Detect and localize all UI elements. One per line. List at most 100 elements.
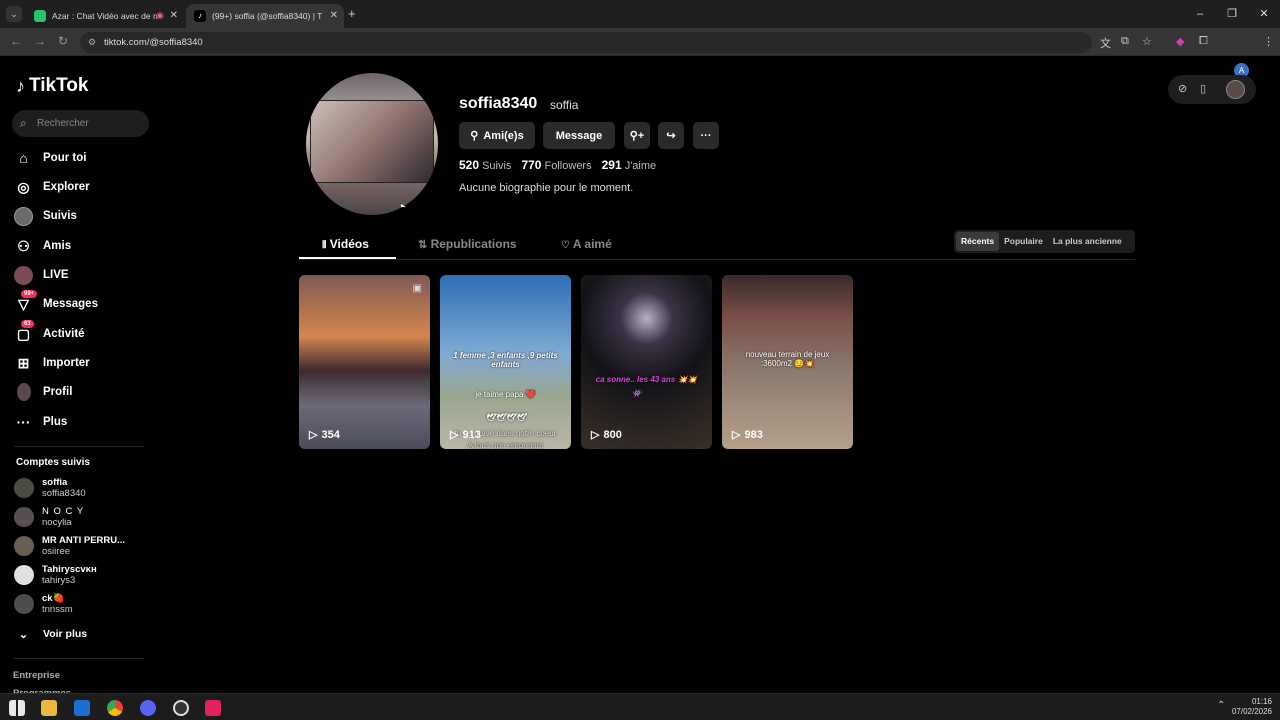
browser-toolbar: ← → ↻ ⚙ tiktok.com/@soffia8340 文 ⧉ ☆ ◆ ⧠… bbox=[0, 28, 1280, 78]
share-button[interactable]: ↪ bbox=[658, 122, 684, 149]
video-thumbnail[interactable]: nouveau terrain de jeux :3600m2 😏💥 ▷ 983 bbox=[722, 275, 853, 449]
sort-oldest[interactable]: La plus ancienne bbox=[1048, 232, 1127, 251]
system-clock[interactable]: 01:16 07/02/2026 bbox=[1232, 697, 1272, 717]
discord-icon[interactable] bbox=[140, 700, 156, 716]
back-icon[interactable]: ← bbox=[10, 34, 22, 48]
close-window-icon[interactable]: ✕ bbox=[1248, 0, 1280, 28]
activity-icon: ▢ 63 bbox=[14, 319, 34, 344]
file-explorer-icon[interactable] bbox=[41, 700, 57, 716]
following-section-title: Comptes suivis bbox=[16, 457, 90, 468]
view-count: ▷ 983 bbox=[732, 428, 763, 442]
video-caption: 🕊🕊🕊🕊 bbox=[485, 413, 526, 422]
video-thumbnail[interactable]: ▣ ▷ 354 bbox=[299, 275, 430, 449]
repost-icon: ⇅ bbox=[418, 239, 428, 251]
sort-popular[interactable]: Populaire bbox=[999, 232, 1048, 251]
tab-liked[interactable]: ♡ A aimé bbox=[561, 230, 612, 260]
video-thumbnail[interactable]: 1 femme ,3 enfants ,9 petits enfants je … bbox=[440, 275, 571, 449]
extensions-puzzle-icon[interactable]: ⧠ bbox=[1199, 35, 1208, 48]
sidebar-item-label: Amis bbox=[43, 240, 72, 252]
sidebar-item-importer[interactable]: ⊞ Importer bbox=[14, 351, 90, 375]
more-options-button[interactable]: ··· bbox=[693, 122, 719, 149]
tiktok-logo[interactable]: ♪ TikTok bbox=[16, 75, 88, 97]
upload-icon: ⊞ bbox=[17, 354, 30, 371]
tab-videos[interactable]: ⦀ Vidéos bbox=[322, 230, 369, 260]
sidebar-item-live[interactable]: LIVE bbox=[14, 263, 69, 287]
recording-icon: ◉ bbox=[156, 10, 164, 20]
account-name: N O C Y bbox=[42, 506, 85, 517]
view-count-value: 354 bbox=[321, 428, 340, 441]
profile-avatar[interactable] bbox=[306, 73, 438, 215]
see-more-button[interactable]: ⌄ Voir plus bbox=[14, 622, 87, 646]
followed-account[interactable]: MR ANTI PERRU... osiiree bbox=[14, 535, 125, 557]
clock-date: 07/02/2026 bbox=[1231, 707, 1272, 716]
tiktok-app-icon[interactable] bbox=[205, 700, 221, 716]
sidebar-item-activite[interactable]: ▢ 63 Activité bbox=[14, 319, 85, 346]
device-icon[interactable]: ▯ bbox=[1200, 82, 1206, 95]
friends-button[interactable]: ⚲ Ami(e)s bbox=[459, 122, 535, 149]
close-tab-icon[interactable]: ✕ bbox=[170, 10, 178, 21]
followed-account[interactable]: soffia soffia8340 bbox=[14, 477, 86, 499]
message-button[interactable]: Message bbox=[543, 122, 615, 149]
site-info-icon[interactable]: ⚙ bbox=[88, 32, 96, 53]
sidebar-item-suivis[interactable]: Suivis bbox=[14, 204, 77, 228]
browser-tab-tiktok[interactable]: ♪ (99+) soffia (@soffia8340) | TikT ✕ bbox=[186, 4, 344, 28]
followed-account[interactable]: N O C Ynocylia bbox=[14, 506, 84, 528]
footer-link-entreprise[interactable]: Entreprise bbox=[13, 670, 60, 681]
view-count: ▷ 354 bbox=[309, 428, 340, 442]
profile-photo bbox=[310, 100, 434, 183]
minimize-icon[interactable]: – bbox=[1184, 0, 1216, 28]
sidebar-item-label: Profil bbox=[43, 386, 73, 398]
search-input[interactable]: ⌕ Rechercher bbox=[12, 110, 149, 137]
stat-following[interactable]: 520 Suivis bbox=[459, 158, 511, 172]
forward-icon[interactable]: → bbox=[34, 34, 46, 48]
browser-menu-icon[interactable]: ⋮ bbox=[1263, 35, 1274, 48]
share-icon: ↪ bbox=[666, 130, 676, 142]
tab-reposts[interactable]: ⇅ Republications bbox=[418, 230, 517, 259]
live-icon bbox=[14, 265, 33, 285]
more-icon: ··· bbox=[700, 129, 712, 142]
extension-icon[interactable]: ◆ bbox=[1176, 35, 1184, 48]
bookmark-star-icon[interactable]: ☆ bbox=[1142, 35, 1152, 48]
avatar[interactable] bbox=[1226, 80, 1245, 99]
video-thumbnail[interactable]: ca sonne.. les 43 ans 💥💥 👾 ▷ 800 bbox=[581, 275, 712, 449]
sidebar-item-messages[interactable]: ▽ 99+ Messages bbox=[14, 289, 98, 316]
browser-tab-azar[interactable]: Azar : Chat Vidéo avec de n ◉ ✕ bbox=[26, 4, 184, 28]
sort-recent[interactable]: Récents bbox=[956, 232, 1000, 251]
translate-icon[interactable]: 文 bbox=[1100, 35, 1111, 51]
close-tab-icon[interactable]: ✕ bbox=[330, 10, 338, 21]
active-tab-underline bbox=[299, 257, 396, 259]
restore-icon[interactable]: ❐ bbox=[1216, 0, 1248, 28]
sidebar-item-plus[interactable]: ··· Plus bbox=[14, 410, 68, 434]
friends-label: Ami(e)s bbox=[483, 129, 524, 142]
sidebar-item-pour-toi[interactable]: ⌂ Pour toi bbox=[14, 146, 86, 170]
coins-icon[interactable]: ⊘ bbox=[1178, 82, 1187, 95]
reload-icon[interactable]: ↻ bbox=[58, 34, 68, 48]
sidebar-item-explorer[interactable]: ◎ Explorer bbox=[14, 175, 89, 199]
windows-start-icon[interactable] bbox=[9, 700, 25, 716]
app-icon[interactable] bbox=[173, 700, 189, 716]
heart-icon: ♡ bbox=[561, 240, 570, 251]
chevron-up-icon[interactable]: ⌃ bbox=[1217, 700, 1225, 711]
profile-bio: Aucune biographie pour le moment. bbox=[459, 182, 634, 194]
play-icon: ▷ bbox=[309, 429, 318, 441]
play-icon: ▷ bbox=[732, 429, 741, 441]
sidebar-item-amis[interactable]: ⚇ Amis bbox=[14, 234, 71, 258]
browser-tab-strip: ⌄ Azar : Chat Vidéo avec de n ◉ ✕ ♪ (99+… bbox=[0, 0, 1280, 28]
play-icon: ▷ bbox=[591, 429, 600, 441]
sort-toggle: Récents Populaire La plus ancienne bbox=[954, 230, 1135, 253]
outlook-icon[interactable] bbox=[74, 700, 90, 716]
profile-display-name: soffia bbox=[550, 98, 579, 112]
new-tab-icon[interactable]: + bbox=[348, 6, 356, 21]
install-icon[interactable]: ⧉ bbox=[1121, 35, 1129, 48]
account-handle: soffia8340 bbox=[42, 488, 86, 499]
stat-followers[interactable]: 770 Followers bbox=[521, 158, 591, 172]
chrome-icon[interactable] bbox=[107, 700, 123, 716]
tab-search-icon[interactable]: ⌄ bbox=[6, 6, 22, 22]
followed-account[interactable]: ck🍓 tnnssm bbox=[14, 593, 73, 615]
add-friend-button[interactable]: ⚲+ bbox=[624, 122, 650, 149]
followed-account[interactable]: Tahirysᴄᴠᴋʜ tahirys3 bbox=[14, 564, 97, 586]
tabs-divider bbox=[299, 259, 1135, 260]
sidebar-item-profil[interactable]: Profil bbox=[14, 380, 72, 404]
address-bar[interactable]: ⚙ tiktok.com/@soffia8340 bbox=[80, 32, 1092, 53]
windows-taskbar: ⌃ 01:16 07/02/2026 bbox=[0, 693, 1280, 720]
